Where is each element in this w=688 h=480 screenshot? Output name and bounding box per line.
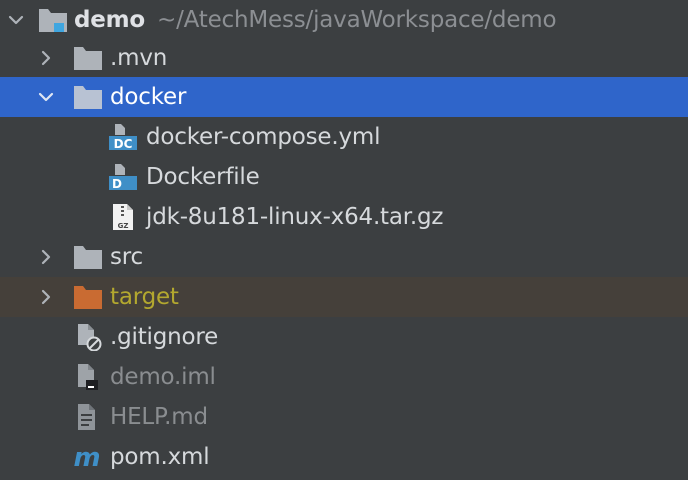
root-path: ~/AtechMess/javaWorkspace/demo bbox=[157, 7, 557, 33]
excluded-folder-icon bbox=[74, 286, 102, 309]
tree-item-help-md[interactable]: HELP.md bbox=[0, 397, 688, 437]
file-badge: DC bbox=[114, 137, 133, 151]
tree-item-gitignore[interactable]: .gitignore bbox=[0, 317, 688, 357]
chevron-down-icon[interactable] bbox=[38, 89, 54, 105]
tree-item-docker[interactable]: docker bbox=[0, 77, 688, 117]
module-file-icon bbox=[78, 364, 98, 390]
tree-item-pom[interactable]: m pom.xml bbox=[0, 437, 688, 477]
tree-item-label: src bbox=[110, 244, 143, 270]
folder-icon bbox=[74, 86, 102, 109]
tree-item-label: docker-compose.yml bbox=[146, 124, 381, 150]
tree-item-label: demo.iml bbox=[110, 364, 216, 390]
dockerfile-icon: D bbox=[109, 164, 137, 191]
tree-item-label: docker bbox=[110, 84, 187, 110]
chevron-right-icon[interactable] bbox=[38, 249, 54, 265]
tree-item-label: .gitignore bbox=[110, 324, 219, 350]
file-badge: GZ bbox=[118, 222, 129, 230]
project-tree: demo ~/AtechMess/javaWorkspace/demo .mvn … bbox=[0, 0, 688, 480]
markdown-file-icon bbox=[78, 404, 95, 430]
maven-icon: m bbox=[73, 443, 100, 471]
tree-item-label: .mvn bbox=[110, 45, 168, 71]
tree-item-label: target bbox=[110, 284, 179, 310]
folder-icon bbox=[74, 246, 102, 269]
chevron-right-icon[interactable] bbox=[38, 50, 54, 66]
chevron-down-icon[interactable] bbox=[8, 12, 24, 28]
tree-item-dockerfile[interactable]: D Dockerfile bbox=[0, 157, 688, 197]
tree-item-docker-compose[interactable]: DC docker-compose.yml bbox=[0, 117, 688, 157]
folder-icon bbox=[74, 47, 102, 70]
tree-root-label: demo ~/AtechMess/javaWorkspace/demo bbox=[74, 0, 557, 40]
tree-item-jdk-archive[interactable]: GZ jdk-8u181-linux-x64.tar.gz bbox=[0, 197, 688, 237]
module-folder-icon bbox=[39, 9, 67, 32]
tree-item-label: HELP.md bbox=[110, 404, 208, 430]
ignored-file-icon bbox=[78, 324, 102, 351]
tree-item-target[interactable]: target bbox=[0, 277, 688, 317]
archive-file-icon: GZ bbox=[113, 204, 133, 230]
tree-item-src[interactable]: src bbox=[0, 237, 688, 277]
tree-item-label: Dockerfile bbox=[146, 164, 260, 190]
tree-item-demo-iml[interactable]: demo.iml bbox=[0, 357, 688, 397]
tree-item-label: pom.xml bbox=[110, 444, 210, 470]
tree-root-demo[interactable]: demo ~/AtechMess/javaWorkspace/demo bbox=[0, 0, 688, 40]
docker-compose-file-icon: DC bbox=[109, 124, 137, 151]
chevron-right-icon[interactable] bbox=[38, 289, 54, 305]
tree-item-mvn[interactable]: .mvn bbox=[0, 38, 688, 78]
root-name: demo bbox=[74, 7, 146, 33]
tree-item-label: jdk-8u181-linux-x64.tar.gz bbox=[146, 204, 444, 230]
file-badge: D bbox=[112, 177, 122, 191]
maven-badge: m bbox=[73, 443, 100, 471]
